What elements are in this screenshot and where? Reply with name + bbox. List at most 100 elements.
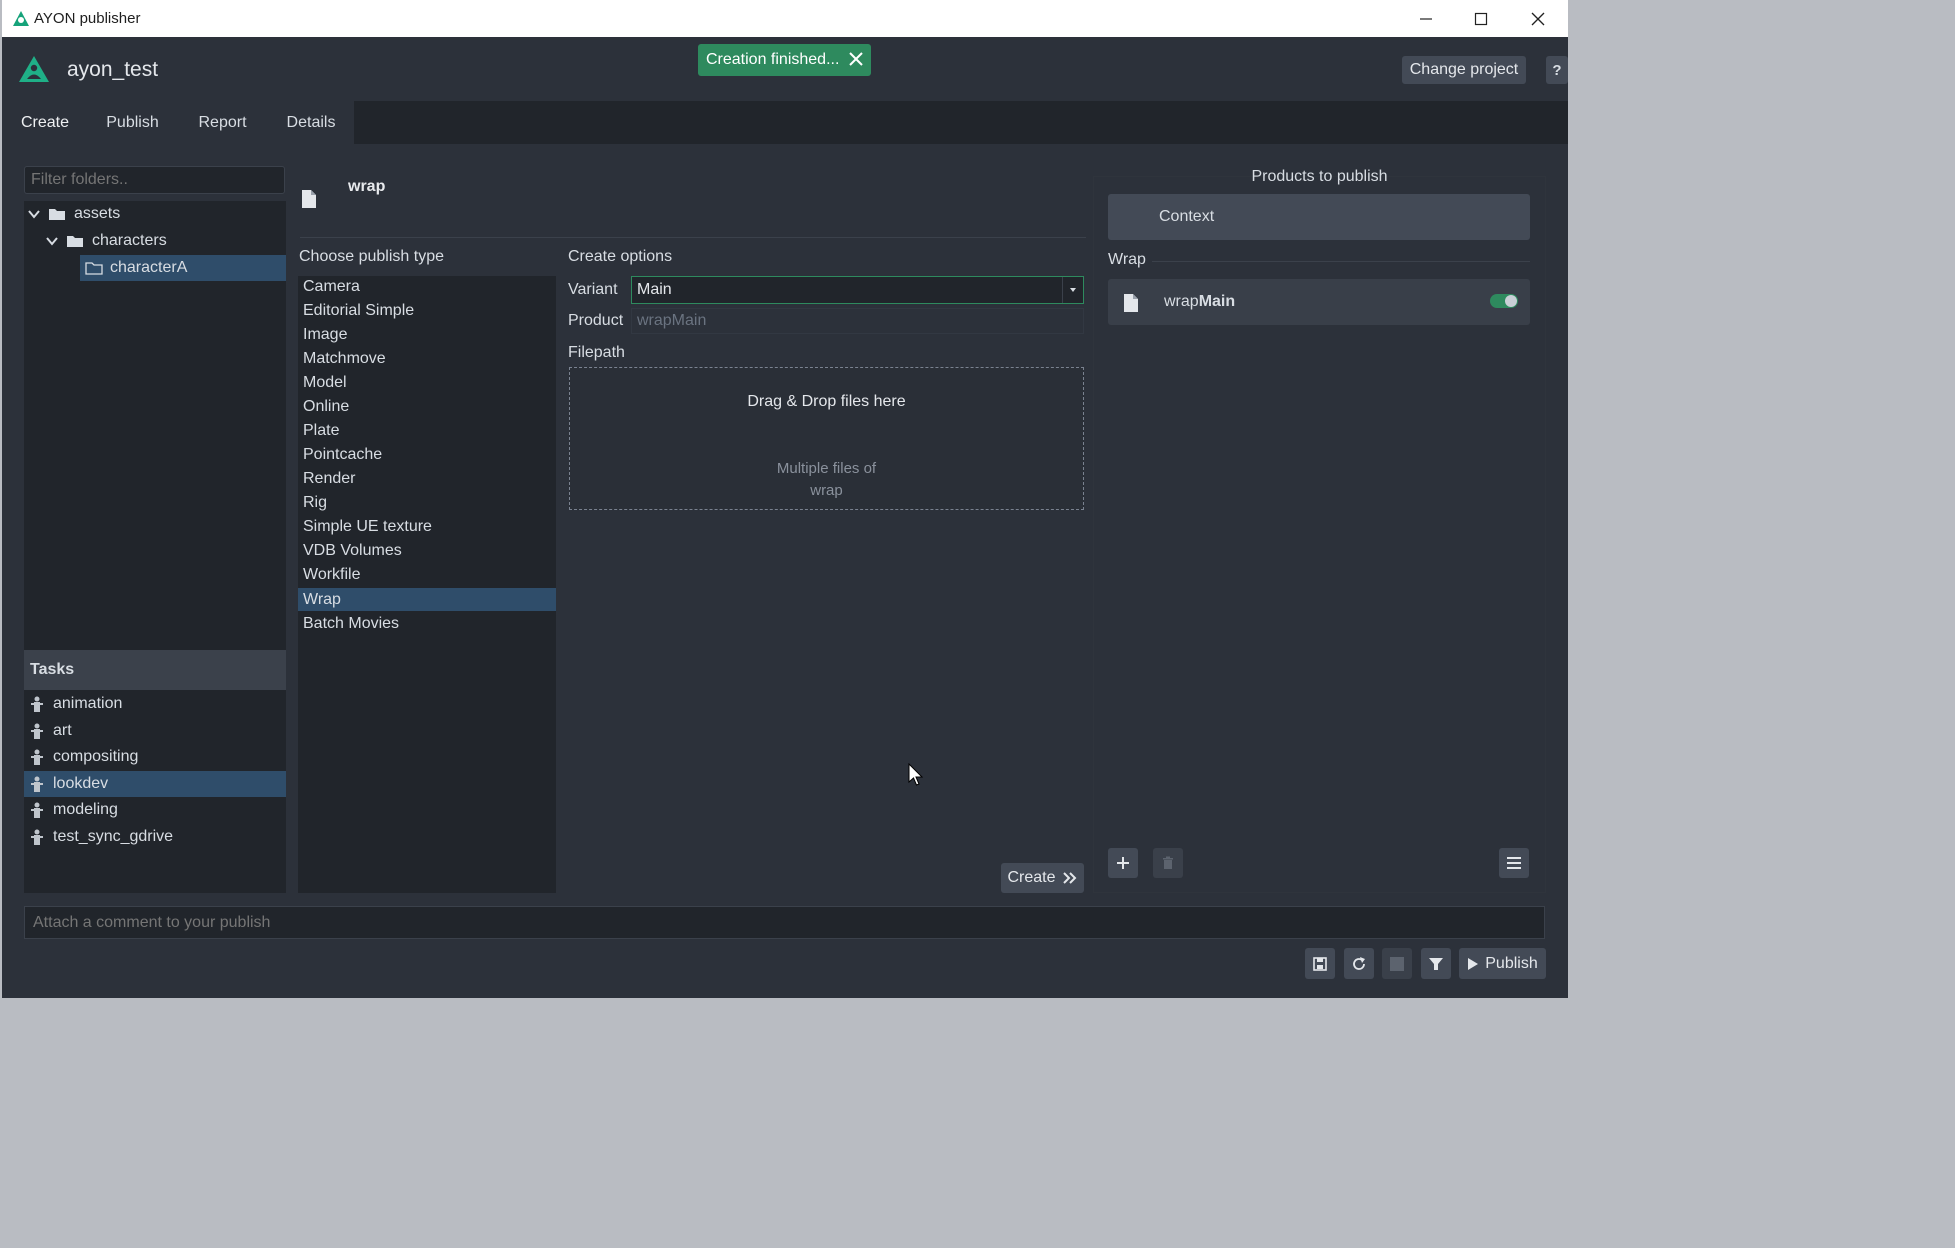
ayon-app-icon: [13, 11, 29, 26]
publish-comment-input[interactable]: [24, 906, 1545, 939]
publish-type-online[interactable]: Online: [298, 395, 556, 418]
file-drop-zone[interactable]: Drag & Drop files here Multiple files of…: [569, 367, 1084, 510]
chevron-down-icon[interactable]: [27, 207, 41, 221]
separator: [300, 237, 1086, 238]
task-person-icon: [31, 802, 43, 818]
close-window-button[interactable]: [1510, 0, 1566, 37]
folder-item-characters[interactable]: characters: [42, 228, 286, 254]
publish-type-workfile[interactable]: Workfile: [298, 563, 556, 586]
play-icon: [1468, 957, 1479, 970]
folder-label: characterA: [110, 259, 188, 276]
refresh-icon: [1353, 956, 1365, 970]
create-button[interactable]: Create: [1001, 863, 1084, 893]
publish-type-matchmove[interactable]: Matchmove: [298, 347, 556, 370]
chevron-down-icon[interactable]: [45, 234, 59, 248]
publish-type-render[interactable]: Render: [298, 467, 556, 490]
variant-value: Main: [637, 281, 672, 298]
drop-text: Drag & Drop files here: [747, 393, 906, 410]
product-group-header: Wrap: [1108, 251, 1146, 268]
maximize-button[interactable]: [1453, 0, 1509, 37]
publish-type-pointcache[interactable]: Pointcache: [298, 443, 556, 466]
save-icon: [1313, 956, 1327, 971]
task-label: lookdev: [53, 775, 109, 792]
window-title: AYON publisher: [34, 10, 141, 27]
publish-type-rig[interactable]: Rig: [298, 491, 556, 514]
task-label: art: [53, 722, 72, 739]
publish-type-editorial-simple[interactable]: Editorial Simple: [298, 299, 556, 322]
publish-type-vdb-volumes[interactable]: VDB Volumes: [298, 539, 556, 562]
instance-item-wrapmain[interactable]: wrapMain: [1108, 279, 1530, 325]
task-item-lookdev[interactable]: lookdev: [24, 771, 286, 797]
stop-icon: [1390, 956, 1404, 971]
task-person-icon: [31, 696, 43, 712]
drop-hint: Multiple files of wrap: [570, 458, 1083, 502]
products-title: Products to publish: [1251, 168, 1388, 185]
task-item-compositing[interactable]: compositing: [24, 744, 286, 770]
variant-input[interactable]: Main: [631, 276, 1084, 304]
filter-icon: [1429, 957, 1443, 970]
product-menu-button[interactable]: [1499, 848, 1529, 878]
task-person-icon: [31, 749, 43, 765]
change-project-button[interactable]: Change project: [1402, 56, 1526, 84]
publish-type-batch-movies[interactable]: Batch Movies: [298, 612, 556, 635]
publish-button-label: Publish: [1485, 954, 1538, 972]
project-name: ayon_test: [67, 58, 159, 81]
instance-enabled-toggle[interactable]: [1490, 294, 1518, 308]
stop-button[interactable]: [1382, 948, 1412, 979]
publish-type-image[interactable]: Image: [298, 323, 556, 346]
task-label: animation: [53, 695, 123, 712]
folder-item-assets[interactable]: assets: [24, 201, 286, 227]
variant-label: Variant: [568, 281, 618, 298]
validate-button[interactable]: [1421, 948, 1451, 979]
mouse-cursor-icon: [908, 763, 924, 786]
task-person-icon: [31, 723, 43, 739]
maximize-icon: [1474, 12, 1488, 25]
close-icon: [1531, 12, 1545, 25]
tab-report[interactable]: Report: [177, 101, 268, 144]
create-options-label: Create options: [568, 248, 673, 265]
task-item-art[interactable]: art: [24, 718, 286, 744]
create-button-label: Create: [1007, 869, 1056, 886]
task-item-modeling[interactable]: modeling: [24, 797, 286, 823]
creator-title: wrap: [348, 178, 386, 195]
folder-label: characters: [92, 232, 167, 249]
title-bar: AYON publisher: [2, 0, 1568, 37]
publish-type-plate[interactable]: Plate: [298, 419, 556, 442]
instance-prefix: wrap: [1164, 293, 1199, 310]
instance-name: wrapMain: [1164, 293, 1235, 311]
publish-type-wrap[interactable]: Wrap: [298, 588, 556, 611]
tasks-header: Tasks: [24, 650, 286, 690]
task-person-icon: [31, 829, 43, 845]
delete-product-button[interactable]: [1153, 848, 1183, 878]
filter-folders-input[interactable]: [24, 166, 285, 194]
trash-icon: [1163, 856, 1173, 869]
double-chevron-right-icon: [1062, 872, 1076, 884]
plus-icon: [1117, 857, 1129, 869]
tab-publish[interactable]: Publish: [88, 101, 177, 144]
save-button[interactable]: [1305, 948, 1335, 979]
minimize-button[interactable]: [1398, 0, 1454, 37]
variant-dropdown-button[interactable]: [1062, 277, 1083, 303]
task-label: modeling: [53, 801, 118, 818]
folder-item-characterA[interactable]: characterA: [80, 255, 286, 281]
refresh-button[interactable]: [1344, 948, 1374, 979]
minimize-icon: [1420, 17, 1432, 20]
file-icon: [1124, 294, 1138, 312]
folder-label: assets: [74, 205, 121, 222]
drop-hint-line: Multiple files of: [776, 460, 877, 477]
publish-type-camera[interactable]: Camera: [298, 275, 556, 298]
tab-details[interactable]: Details: [268, 101, 354, 144]
folder-icon: [67, 236, 83, 247]
toast-close-icon[interactable]: [847, 50, 865, 68]
add-product-button[interactable]: [1108, 848, 1138, 878]
task-item-animation[interactable]: animation: [24, 691, 286, 717]
task-item-test-sync-gdrive[interactable]: test_sync_gdrive: [24, 824, 286, 850]
publish-type-simple-ue-texture[interactable]: Simple UE texture: [298, 515, 556, 538]
publish-button[interactable]: Publish: [1459, 948, 1546, 979]
help-button[interactable]: ?: [1546, 56, 1568, 84]
tab-create[interactable]: Create: [2, 101, 88, 144]
task-person-icon: [31, 776, 43, 792]
publish-type-model[interactable]: Model: [298, 371, 556, 394]
ayon-logo-icon: [19, 56, 49, 82]
context-item[interactable]: Context: [1108, 194, 1530, 240]
